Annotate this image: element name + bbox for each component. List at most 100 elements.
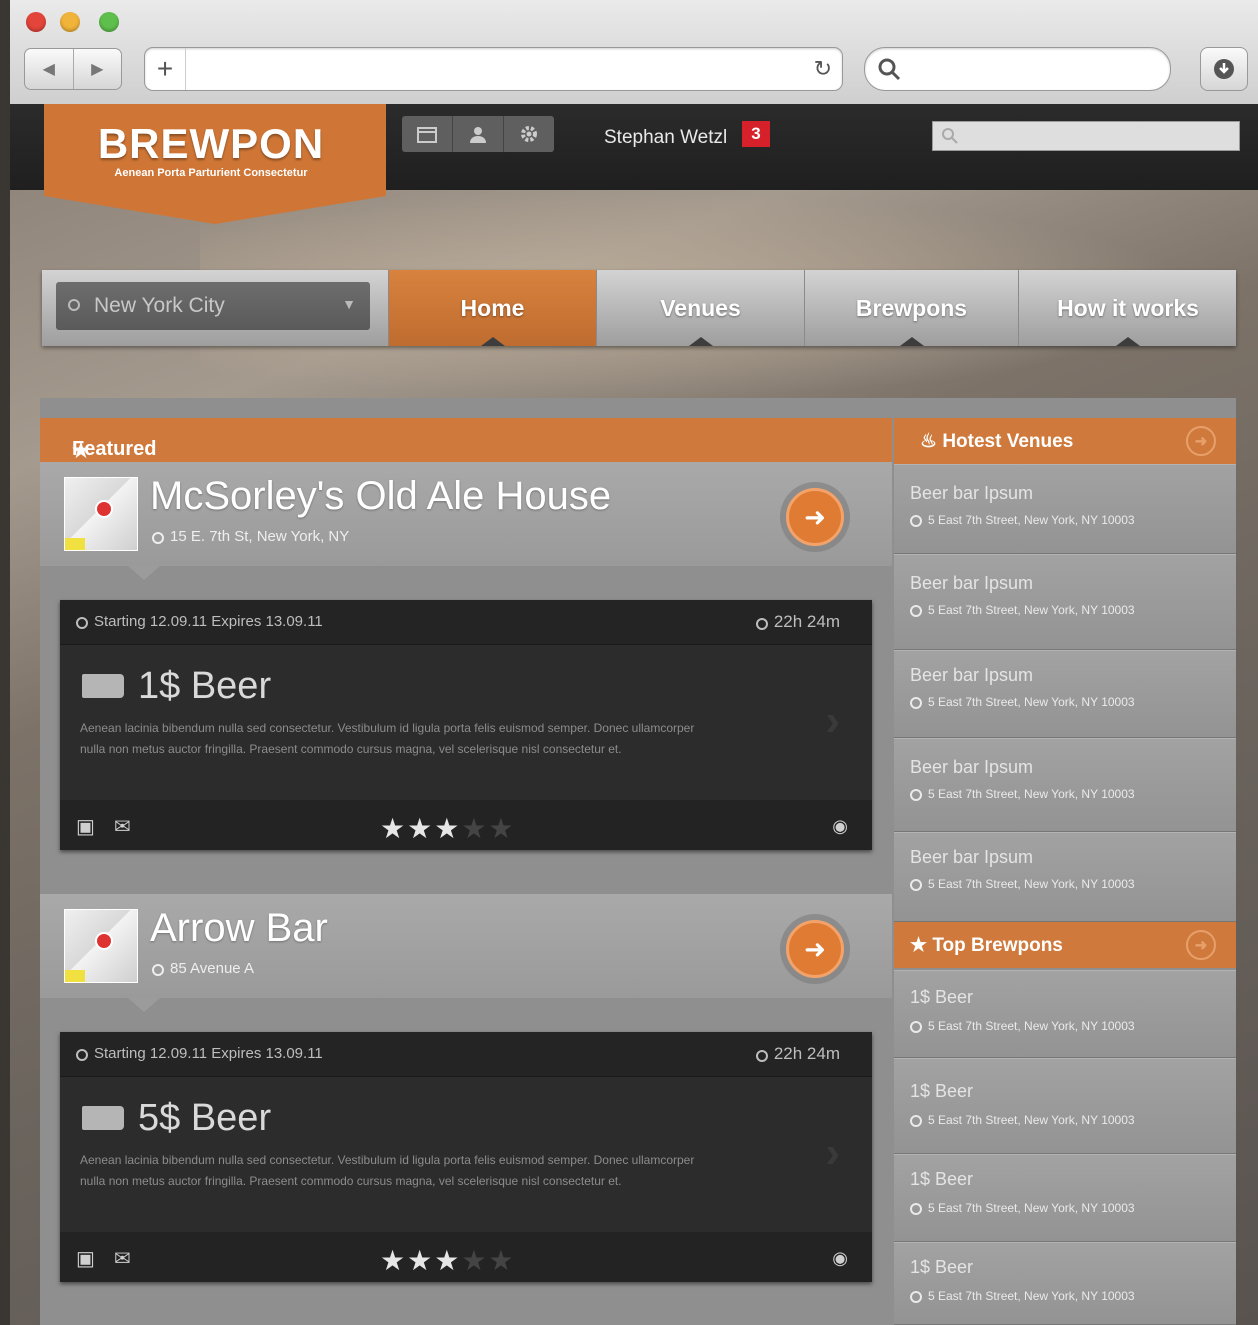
- venue-open-button[interactable]: ➜: [786, 488, 844, 546]
- venue-map-thumbnail[interactable]: [64, 477, 138, 551]
- deal-description: Aenean lacinia bibendum nulla sed consec…: [80, 721, 695, 756]
- brewpon-address: 5 East 7th Street, New York, NY 10003: [910, 1019, 1135, 1033]
- site-search-input[interactable]: [932, 121, 1240, 151]
- venue-name[interactable]: McSorley's Old Ale House: [150, 474, 611, 519]
- tag-icon: [82, 674, 124, 698]
- brand-name[interactable]: BREWPON: [44, 120, 378, 168]
- logo-banner-tip: [44, 196, 386, 224]
- back-button[interactable]: ◀: [25, 49, 74, 89]
- arrow-circle-icon: ➜: [804, 501, 826, 532]
- list-item[interactable]: 1$ Beer 5 East 7th Street, New York, NY 1…: [894, 1154, 1236, 1242]
- list-item[interactable]: 1$ Beer 5 East 7th Street, New York, NY 1…: [894, 1058, 1236, 1154]
- calendar-button[interactable]: [402, 116, 453, 152]
- venue-address: 15 E. 7th St, New York, NY: [152, 528, 349, 545]
- chevron-right-icon[interactable]: ›: [825, 696, 840, 746]
- tab-home[interactable]: Home: [388, 270, 596, 346]
- brewpon-name: 1$ Beer: [910, 1169, 974, 1189]
- user-icon: [470, 127, 486, 143]
- venue-address: 5 East 7th Street, New York, NY 10003: [910, 877, 1135, 891]
- deal-title[interactable]: 5$ Beer: [138, 1097, 271, 1140]
- venue-name: Beer bar Ipsum: [910, 573, 1034, 593]
- venue-name: Beer bar Ipsum: [910, 757, 1034, 777]
- featured-title: Featured: [72, 438, 157, 460]
- featured-header: ★ Featured: [40, 418, 892, 462]
- list-item[interactable]: Beer bar Ipsum 5 East 7th Street, New Yor…: [894, 738, 1236, 832]
- fire-icon: ♨: [920, 431, 938, 452]
- deal-footer: ▣ ✉ ★★★★★ ◉: [60, 1232, 872, 1282]
- deal-card: Starting 12.09.11 Expires 13.09.11 22h 2…: [60, 600, 872, 850]
- location-icon: [68, 299, 80, 311]
- venue-name: Beer bar Ipsum: [910, 665, 1034, 685]
- minimize-window-button[interactable]: [60, 12, 80, 32]
- envelope-icon[interactable]: ✉: [114, 814, 131, 839]
- notification-badge[interactable]: 3: [742, 121, 770, 147]
- list-item[interactable]: Beer bar Ipsum 5 East 7th Street, New Yor…: [894, 464, 1236, 554]
- brewpon-name: 1$ Beer: [910, 1081, 974, 1101]
- download-icon: [1214, 59, 1234, 79]
- eye-icon[interactable]: ◉: [832, 816, 848, 837]
- venue-address: 5 East 7th Street, New York, NY 10003: [910, 787, 1135, 801]
- downloads-button[interactable]: [1200, 47, 1248, 91]
- deal-footer: ▣ ✉ ★★★★★ ◉: [60, 800, 872, 850]
- eye-icon[interactable]: ◉: [832, 1248, 848, 1269]
- brewpon-address: 5 East 7th Street, New York, NY 10003: [910, 1113, 1135, 1127]
- deal-dates: Starting 12.09.11 Expires 13.09.11: [94, 613, 323, 630]
- deal-meta: Starting 12.09.11 Expires 13.09.11 22h 2…: [60, 600, 872, 645]
- deal-title[interactable]: 1$ Beer: [138, 665, 271, 708]
- chevron-right-icon[interactable]: ›: [825, 1128, 840, 1178]
- envelope-icon[interactable]: ✉: [114, 1246, 131, 1271]
- rating-stars[interactable]: ★★★★★: [380, 812, 516, 845]
- list-item[interactable]: Beer bar Ipsum 5 East 7th Street, New Yor…: [894, 554, 1236, 650]
- clock-icon: [76, 1049, 88, 1061]
- deal-meta: Starting 12.09.11 Expires 13.09.11 22h 2…: [60, 1032, 872, 1077]
- hottest-venues-title: Hotest Venues: [942, 431, 1074, 452]
- brand-tagline: Aenean Porta Parturient Consectetur: [114, 167, 308, 179]
- venue-name: Beer bar Ipsum: [910, 847, 1034, 867]
- list-item[interactable]: Beer bar Ipsum 5 East 7th Street, New Yor…: [894, 832, 1236, 922]
- tab-brewpons[interactable]: Brewpons: [804, 270, 1018, 346]
- tab-how-it-works[interactable]: How it works: [1018, 270, 1237, 346]
- deal-time-left: 22h 24m: [773, 1044, 840, 1063]
- deal-card: Starting 12.09.11 Expires 13.09.11 22h 2…: [60, 1032, 872, 1282]
- beer-mug-icon[interactable]: ▣: [76, 1246, 95, 1271]
- close-window-button[interactable]: [26, 12, 46, 32]
- user-name[interactable]: Stephan Wetzl: [604, 127, 727, 149]
- deal-description: Aenean lacinia bibendum nulla sed consec…: [80, 1153, 695, 1188]
- timer-icon: [755, 618, 768, 630]
- arrow-circle-icon: ➜: [804, 933, 826, 964]
- tab-venues[interactable]: Venues: [596, 270, 804, 346]
- list-item[interactable]: Beer bar Ipsum 5 East 7th Street, New Yor…: [894, 650, 1236, 738]
- forward-button[interactable]: ▶: [74, 49, 122, 89]
- arrow-circle-icon[interactable]: ➜: [1186, 426, 1216, 456]
- beer-mug-icon[interactable]: ▣: [76, 814, 95, 839]
- topbar-actions: [402, 116, 554, 152]
- location-icon: [152, 532, 164, 544]
- add-bookmark-button[interactable]: +: [145, 48, 186, 90]
- search-icon: [878, 58, 901, 81]
- tab-venues-label: Venues: [660, 294, 741, 321]
- browser-search-input[interactable]: [864, 47, 1171, 91]
- venue-address: 5 East 7th Street, New York, NY 10003: [910, 513, 1135, 527]
- list-item[interactable]: 1$ Beer 5 East 7th Street, New York, NY 1…: [894, 970, 1236, 1058]
- address-bar[interactable]: + ↻: [144, 47, 843, 91]
- arrow-circle-icon[interactable]: ➜: [1186, 930, 1216, 960]
- settings-button[interactable]: [504, 116, 554, 152]
- rating-stars[interactable]: ★★★★★: [380, 1244, 516, 1277]
- venue-open-button[interactable]: ➜: [786, 920, 844, 978]
- tab-brewpons-label: Brewpons: [855, 294, 968, 321]
- brewpon-address: 5 East 7th Street, New York, NY 10003: [910, 1201, 1135, 1215]
- brewpon-name: 1$ Beer: [910, 987, 974, 1007]
- top-brewpons-header: ★ Top Brewpons ➜: [894, 922, 1236, 968]
- venue-name: Beer bar Ipsum: [910, 483, 1034, 503]
- timer-icon: [755, 1050, 768, 1062]
- search-icon: [942, 128, 958, 144]
- zoom-window-button[interactable]: [99, 12, 119, 32]
- venue-name[interactable]: Arrow Bar: [150, 906, 328, 951]
- city-select-value: New York City: [94, 294, 225, 317]
- reload-icon[interactable]: ↻: [814, 56, 832, 82]
- city-select[interactable]: New York City ▼: [56, 282, 370, 330]
- history-buttons: ◀ ▶: [24, 48, 122, 90]
- venue-map-thumbnail[interactable]: [64, 909, 138, 983]
- profile-button[interactable]: [453, 116, 504, 152]
- list-item[interactable]: 1$ Beer 5 East 7th Street, New York, NY 1…: [894, 1242, 1236, 1325]
